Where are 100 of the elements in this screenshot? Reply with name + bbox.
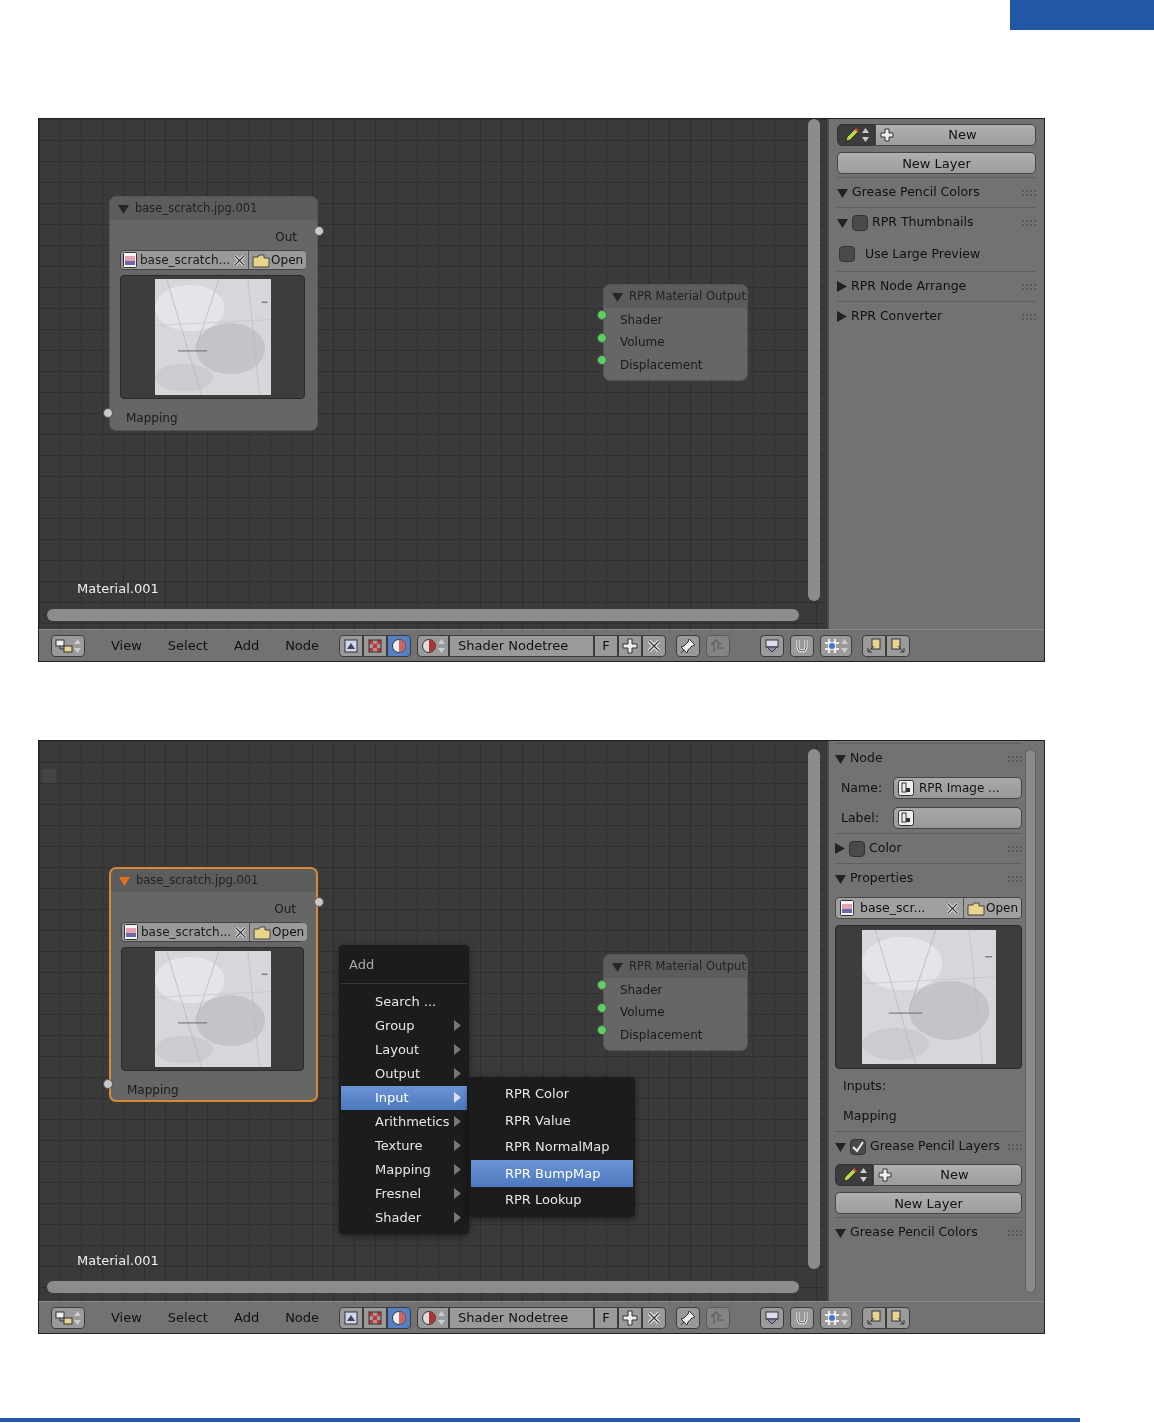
grip-icon [1008, 754, 1022, 763]
menu-item[interactable]: Layout [341, 1037, 467, 1062]
socket[interactable] [314, 226, 324, 236]
menu-link[interactable]: Node [275, 1307, 330, 1328]
material-shader-button[interactable] [387, 1306, 412, 1329]
pencil-button[interactable] [835, 1164, 873, 1186]
socket[interactable] [597, 980, 607, 990]
menu-item[interactable]: Shader [341, 1205, 467, 1230]
scrollbar[interactable] [808, 749, 820, 1269]
panel-header[interactable]: Properties [835, 863, 1022, 893]
image-selector[interactable]: base_scr... Open [835, 897, 1022, 919]
menu-item[interactable]: RPR Lookup [471, 1186, 633, 1213]
menu-item[interactable]: Input [341, 1085, 467, 1110]
socket[interactable] [597, 310, 607, 320]
menu-link[interactable]: Node [275, 635, 330, 656]
panel-header[interactable]: Color [835, 833, 1022, 863]
add-button[interactable] [618, 634, 643, 657]
snap-element-button[interactable] [820, 1306, 853, 1329]
editor-type-button[interactable] [51, 634, 85, 657]
scrollbar[interactable] [808, 119, 820, 601]
checkbox[interactable] [850, 1138, 866, 1155]
copy-button[interactable] [862, 634, 887, 657]
checkbox[interactable] [839, 246, 855, 262]
fake-user-button[interactable]: F [594, 1306, 619, 1329]
pin-button[interactable] [676, 634, 701, 657]
snap-button[interactable] [790, 634, 815, 657]
close-button[interactable] [642, 634, 667, 657]
menu-item[interactable]: Texture [341, 1133, 467, 1158]
open-button[interactable]: Open [250, 923, 308, 942]
panel-header[interactable]: RPR Converter [837, 301, 1036, 331]
paste-button[interactable] [886, 634, 911, 657]
menu-item[interactable]: RPR NormalMap [471, 1133, 633, 1161]
pencil-button[interactable] [837, 124, 875, 146]
menu-item[interactable]: RPR BumpMap [471, 1160, 633, 1187]
menu-link[interactable]: View [101, 1307, 152, 1328]
browse-button[interactable] [417, 634, 450, 657]
object-shader-button[interactable] [339, 1306, 364, 1329]
socket[interactable] [597, 1025, 607, 1035]
material-shader-button[interactable] [387, 634, 412, 657]
text-field[interactable]: RPR Image ... [893, 777, 1022, 799]
socket[interactable] [103, 408, 113, 418]
object-shader-button[interactable] [339, 634, 364, 657]
checkbox[interactable] [852, 214, 868, 231]
close-button[interactable] [642, 1306, 667, 1329]
image-node[interactable]: base_scratch.jpg.001 Out base_scratch... Open Mapping [109, 196, 318, 431]
backdrop-button[interactable] [760, 1306, 785, 1329]
checkbox[interactable] [849, 840, 865, 857]
menu-item[interactable]: Mapping [341, 1157, 467, 1182]
copy-button[interactable] [862, 1306, 887, 1329]
text-field[interactable] [893, 807, 1022, 829]
backdrop-button[interactable] [760, 634, 785, 657]
snap-element-button[interactable] [820, 634, 853, 657]
nodetree-name-field[interactable]: Shader Nodetree [449, 1306, 595, 1329]
paste-button[interactable] [886, 1306, 911, 1329]
panel-header[interactable]: RPR Thumbnails [837, 207, 1036, 237]
panel-header[interactable]: Node [835, 743, 1022, 773]
scrollbar[interactable] [47, 1281, 799, 1293]
menu-link[interactable]: Select [157, 635, 218, 656]
menu-link[interactable]: Add [223, 1307, 270, 1328]
fake-user-button[interactable]: F [594, 634, 619, 657]
socket[interactable] [314, 897, 324, 907]
socket[interactable] [103, 1079, 113, 1089]
image-node[interactable]: base_scratch.jpg.001 Out base_scratch... Open Mapping [109, 867, 318, 1102]
submenu-arrow-icon [454, 1044, 461, 1055]
new-layer-button[interactable]: New Layer [837, 152, 1036, 174]
snap-button[interactable] [790, 1306, 815, 1329]
menu-link[interactable]: Add [223, 635, 270, 656]
socket[interactable] [597, 355, 607, 365]
socket[interactable] [597, 332, 607, 343]
menu-link[interactable]: View [101, 635, 152, 656]
socket[interactable] [597, 1002, 607, 1013]
new-layer-button[interactable]: New [875, 124, 1036, 146]
open-button[interactable]: Open [249, 251, 307, 270]
pin-button[interactable] [676, 1306, 701, 1329]
nodetree-name-field[interactable]: Shader Nodetree [449, 634, 595, 657]
image-selector[interactable]: base_scratch... Open [121, 922, 304, 943]
add-button[interactable] [618, 1306, 643, 1329]
new-layer-button[interactable]: New [873, 1164, 1022, 1186]
menu-item[interactable]: RPR Value [471, 1107, 633, 1134]
menu-item[interactable]: Group [341, 1013, 467, 1038]
scrollbar[interactable] [47, 609, 799, 621]
menu-item[interactable]: Arithmetics [341, 1109, 467, 1134]
texture-shader-button[interactable] [363, 1306, 388, 1329]
new-layer-button[interactable]: New Layer [835, 1192, 1022, 1214]
menu-item[interactable]: Fresnel [341, 1181, 467, 1206]
panel-header[interactable]: Grease Pencil Colors [835, 1217, 1022, 1247]
grip-icon [1008, 1142, 1022, 1151]
menu-item[interactable]: RPR Color [471, 1081, 633, 1108]
editor-type-button[interactable] [51, 1306, 85, 1329]
panel-header[interactable]: Grease Pencil Colors [837, 177, 1036, 207]
scrollbar[interactable] [1025, 749, 1036, 1293]
menu-item[interactable]: Search ... [341, 989, 467, 1014]
browse-button[interactable] [417, 1306, 450, 1329]
panel-header[interactable]: RPR Node Arrange [837, 271, 1036, 301]
texture-shader-button[interactable] [363, 634, 388, 657]
panel-header[interactable]: Grease Pencil Layers [835, 1131, 1022, 1161]
menu-item[interactable]: Output [341, 1061, 467, 1086]
menu-link[interactable]: Select [157, 1307, 218, 1328]
grip-icon [1008, 1228, 1022, 1237]
image-selector[interactable]: base_scratch... Open [120, 250, 305, 271]
